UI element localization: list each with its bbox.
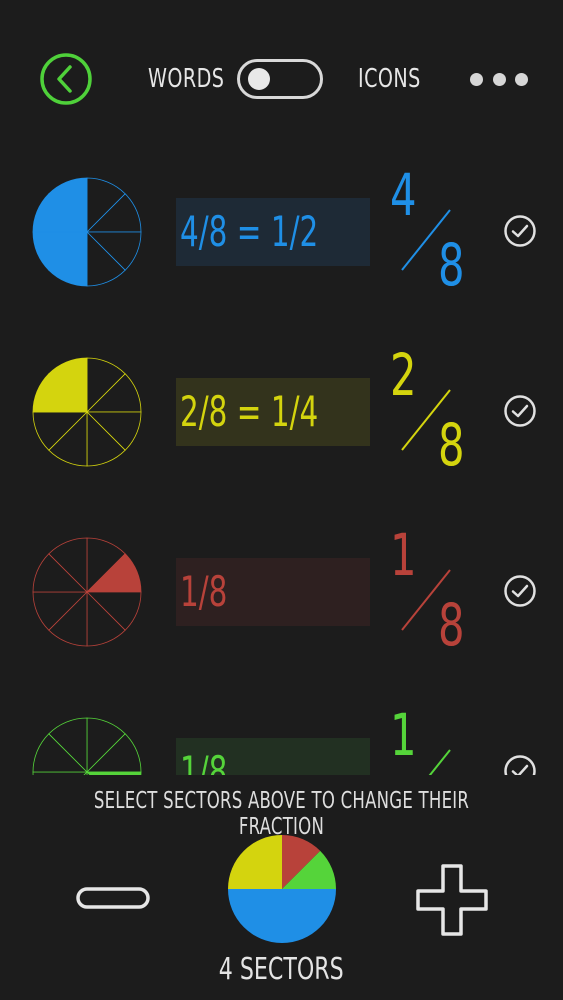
fraction-row[interactable]: 1/8 1 8 [0,526,563,666]
fraction-display: 1 8 [380,526,480,666]
fraction-list: 4/8 = 1/2 4 8 2/8 = 1/4 2 8 1/8 1 8 1/8 … [0,160,563,775]
fraction-display: 1 8 [380,706,480,775]
equation-box: 4/8 = 1/2 [176,198,370,266]
equation-box: 2/8 = 1/4 [176,378,370,446]
minus-icon[interactable] [76,887,150,909]
denominator: 8 [438,591,465,659]
fraction-row[interactable]: 1/8 1 8 [0,706,563,775]
sector-pie[interactable] [31,716,143,775]
sector-pie[interactable] [31,356,143,468]
numerator: 1 [390,701,417,769]
equation-text: 1/8 [180,747,228,775]
fraction-display: 2 8 [380,346,480,486]
preview-sector-blue [228,889,336,943]
numerator: 4 [390,161,417,229]
numerator: 2 [390,341,417,409]
plus-icon[interactable] [416,864,488,936]
check-circle-icon[interactable] [503,754,537,775]
icons-label[interactable]: ICONS [358,64,421,94]
more-dots-icon[interactable] [470,70,528,88]
check-circle-icon[interactable] [503,394,537,428]
toggle-knob [248,68,270,90]
equation-text: 4/8 = 1/2 [180,207,319,256]
fraction-display: 4 8 [380,166,480,306]
equation-text: 2/8 = 1/4 [180,387,319,436]
preview-sector-yellow [228,835,282,889]
sector-preview-pie [228,835,336,943]
words-icons-toggle[interactable] [237,59,323,99]
fraction-row[interactable]: 2/8 = 1/4 2 8 [0,346,563,486]
back-arrow-icon[interactable] [39,52,93,106]
words-label[interactable]: WORDS [148,64,224,94]
denominator: 8 [438,411,465,479]
denominator: 8 [438,231,465,299]
check-circle-icon[interactable] [503,214,537,248]
equation-box: 1/8 [176,558,370,626]
top-bar: WORDS ICONS [0,0,563,160]
pie-sector[interactable] [86,771,142,775]
sector-pie[interactable] [31,536,143,648]
sector-pie[interactable] [31,176,143,288]
equation-box: 1/8 [176,738,370,775]
fraction-row[interactable]: 4/8 = 1/2 4 8 [0,166,563,306]
equation-text: 1/8 [180,567,228,616]
check-circle-icon[interactable] [503,574,537,608]
sector-count-label: 4 SECTORS [219,952,344,987]
numerator: 1 [390,521,417,589]
pie-sector[interactable] [32,771,88,775]
